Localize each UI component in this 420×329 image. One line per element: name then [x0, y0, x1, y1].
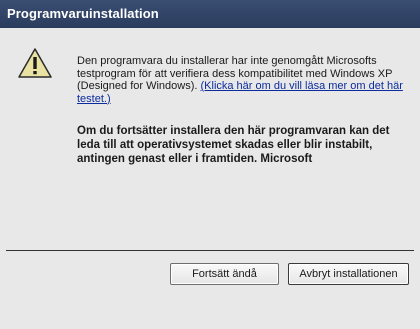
continue-anyway-button[interactable]: Fortsätt ändå: [170, 263, 279, 285]
warning-triangle-icon: [18, 48, 52, 78]
button-divider: [6, 250, 414, 251]
cancel-installation-button[interactable]: Avbryt installationen: [288, 263, 409, 285]
dialog-title: Programvaruinstallation: [0, 0, 420, 28]
compatibility-message: Den programvara du installerar har inte …: [77, 55, 407, 105]
dialog-window: Programvaruinstallation Den programvara …: [0, 0, 420, 329]
risk-warning: Om du fortsätter installera den här prog…: [77, 125, 390, 165]
